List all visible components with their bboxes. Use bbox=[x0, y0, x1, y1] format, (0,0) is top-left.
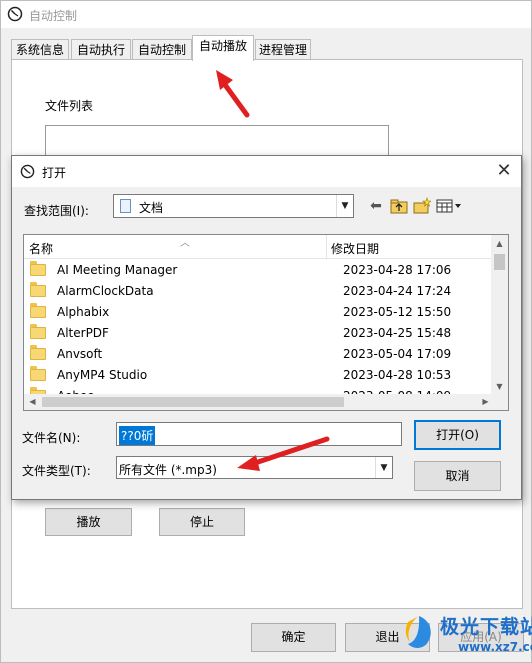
tab-auto-control[interactable]: 自动控制 bbox=[132, 39, 192, 61]
item-date: 2023-05-12 15:50 bbox=[343, 305, 452, 319]
folder-icon bbox=[30, 303, 46, 318]
new-folder-icon[interactable] bbox=[413, 196, 431, 216]
folder-icon bbox=[30, 261, 46, 276]
column-name-header[interactable]: 名称 bbox=[29, 240, 53, 257]
scroll-thumb[interactable] bbox=[42, 397, 344, 407]
scroll-left-icon[interactable]: ◀ bbox=[24, 394, 41, 410]
scroll-down-icon[interactable]: ▼ bbox=[491, 378, 508, 395]
app-title: 自动控制 bbox=[29, 9, 78, 23]
item-name: AnyMP4 Studio bbox=[57, 368, 148, 382]
chevron-down-icon[interactable]: ▼ bbox=[336, 195, 353, 217]
view-menu-icon[interactable] bbox=[436, 196, 462, 216]
sort-ascending-icon: ︿ bbox=[180, 238, 190, 249]
folder-icon bbox=[30, 282, 46, 297]
chevron-down-icon[interactable]: ▼ bbox=[375, 457, 392, 478]
tab-auto-execute[interactable]: 自动执行 bbox=[71, 39, 131, 61]
folder-icon bbox=[30, 366, 46, 381]
item-name: Alphabix bbox=[57, 305, 110, 319]
item-date: 2023-04-25 15:48 bbox=[343, 326, 452, 340]
tab-system-info[interactable]: 系统信息 bbox=[11, 39, 69, 61]
list-item[interactable]: AI Meeting Manager 2023-04-28 17:06 bbox=[24, 259, 494, 280]
look-in-label: 查找范围(I): bbox=[24, 204, 89, 218]
clock-icon bbox=[7, 6, 23, 22]
open-button[interactable]: 打开(O) bbox=[414, 420, 501, 450]
scroll-corner bbox=[491, 394, 508, 410]
list-item[interactable]: AlterPDF 2023-04-25 15:48 bbox=[24, 322, 494, 343]
item-date: 2023-04-28 17:06 bbox=[343, 263, 452, 277]
clock-icon bbox=[20, 164, 35, 179]
list-rows: AI Meeting Manager 2023-04-28 17:06 Alarm… bbox=[24, 259, 494, 397]
tab-auto-play[interactable]: 自动播放 bbox=[192, 35, 254, 61]
file-type-value: 所有文件 (*.mp3) bbox=[119, 463, 217, 477]
scroll-thumb[interactable] bbox=[494, 254, 505, 270]
scroll-up-icon[interactable]: ▲ bbox=[491, 235, 508, 252]
dialog-titlebar: 打开 ✕ bbox=[12, 156, 521, 187]
back-arrow-icon[interactable]: ⬅ bbox=[368, 196, 384, 216]
list-item[interactable]: AnyMP4 Studio 2023-04-28 10:53 bbox=[24, 364, 494, 385]
file-type-label: 文件类型(T): bbox=[22, 464, 91, 478]
play-button[interactable]: 播放 bbox=[45, 508, 132, 536]
file-name-input[interactable]: ??0斫 bbox=[116, 422, 402, 446]
open-dialog: 打开 ✕ 查找范围(I): 文档 ▼ ⬅ ︿ 名称 修改日期 AI Meetin… bbox=[11, 155, 522, 500]
document-icon bbox=[120, 199, 131, 213]
watermark-url: www.xz7.com bbox=[458, 640, 532, 654]
item-name: AlarmClockData bbox=[57, 284, 154, 298]
dialog-title: 打开 bbox=[42, 166, 67, 180]
stop-button[interactable]: 停止 bbox=[159, 508, 245, 536]
horizontal-scrollbar[interactable]: ◀ ▶ bbox=[24, 394, 494, 410]
item-date: 2023-04-24 17:24 bbox=[343, 284, 452, 298]
folder-icon bbox=[30, 324, 46, 339]
app-titlebar: 自动控制 bbox=[1, 1, 531, 28]
file-list[interactable]: ︿ 名称 修改日期 AI Meeting Manager 2023-04-28 1… bbox=[23, 234, 509, 411]
up-folder-icon[interactable] bbox=[390, 196, 408, 216]
tab-process-manager[interactable]: 进程管理 bbox=[255, 39, 311, 61]
list-item[interactable]: AlarmClockData 2023-04-24 17:24 bbox=[24, 280, 494, 301]
cancel-button[interactable]: 取消 bbox=[414, 461, 501, 491]
item-name: AI Meeting Manager bbox=[57, 263, 178, 277]
site-logo-icon bbox=[405, 616, 431, 648]
item-date: 2023-05-04 17:09 bbox=[343, 347, 452, 361]
look-in-combo[interactable]: 文档 ▼ bbox=[113, 194, 354, 218]
column-date-header[interactable]: 修改日期 bbox=[331, 240, 379, 257]
watermark: 极光下载站 www.xz7.com bbox=[400, 610, 532, 660]
watermark-text: 极光下载站 bbox=[440, 616, 532, 638]
list-item[interactable]: Alphabix 2023-05-12 15:50 bbox=[24, 301, 494, 322]
look-in-value: 文档 bbox=[139, 201, 164, 215]
folder-icon bbox=[30, 345, 46, 360]
file-list-label: 文件列表 bbox=[45, 99, 94, 113]
file-name-label: 文件名(N): bbox=[22, 431, 81, 445]
item-date: 2023-04-28 10:53 bbox=[343, 368, 452, 382]
list-item[interactable]: Anvsoft 2023-05-04 17:09 bbox=[24, 343, 494, 364]
item-name: AlterPDF bbox=[57, 326, 109, 340]
file-type-select[interactable]: 所有文件 (*.mp3) ▼ bbox=[116, 456, 393, 479]
vertical-scrollbar[interactable]: ▲ ▼ bbox=[491, 235, 508, 395]
item-name: Anvsoft bbox=[57, 347, 103, 361]
close-icon[interactable]: ✕ bbox=[487, 156, 521, 187]
column-separator[interactable] bbox=[326, 235, 327, 259]
file-name-value: ??0斫 bbox=[119, 426, 156, 445]
ok-button[interactable]: 确定 bbox=[251, 623, 336, 652]
list-header: ︿ 名称 修改日期 bbox=[24, 235, 494, 259]
